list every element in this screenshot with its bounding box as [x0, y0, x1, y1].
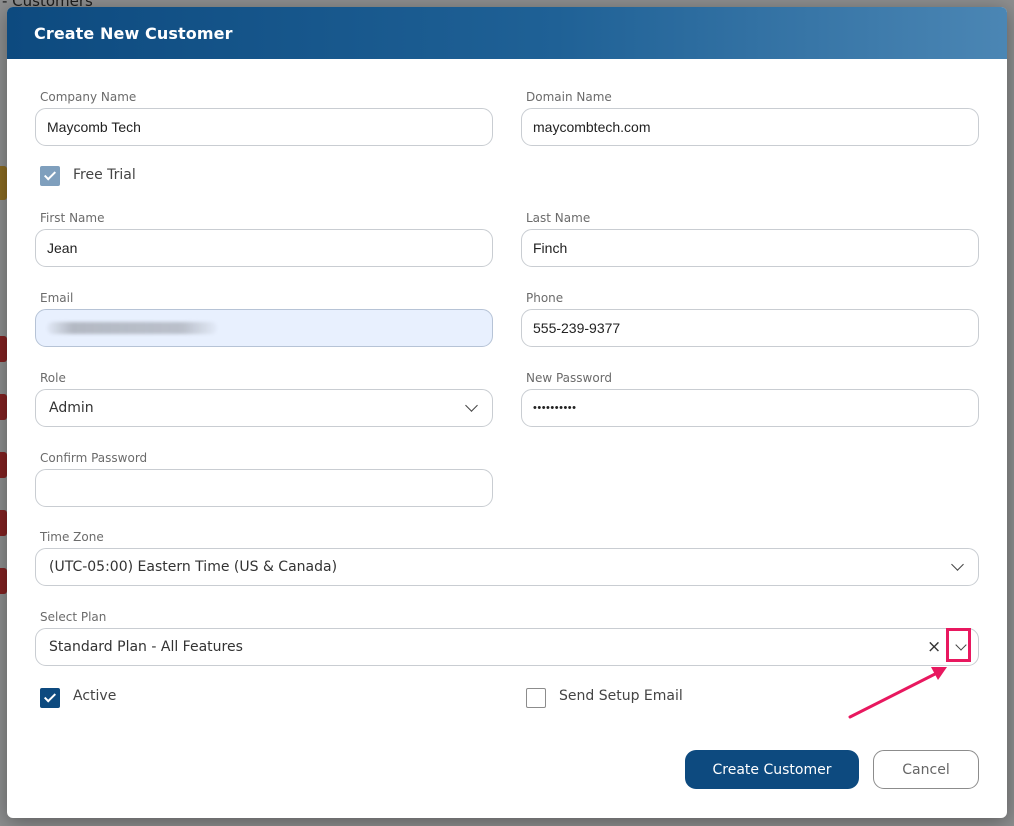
free-trial-label: Free Trial	[73, 167, 136, 183]
email-input[interactable]	[35, 309, 493, 347]
first-name-input[interactable]: Jean	[35, 229, 493, 267]
phone-input[interactable]: 555-239-9377	[521, 309, 979, 347]
redacted-email-value	[47, 322, 217, 334]
new-password-value: ••••••••••	[533, 402, 577, 414]
role-value: Admin	[49, 400, 94, 416]
modal-title: Create New Customer	[34, 23, 233, 43]
create-customer-button[interactable]: Create Customer	[685, 750, 859, 789]
domain-name-input[interactable]: maycombtech.com	[521, 108, 979, 146]
first-name-value: Jean	[47, 240, 78, 256]
chevron-down-icon	[465, 399, 478, 412]
checkmark-icon	[43, 168, 57, 181]
time-zone-label: Time Zone	[40, 530, 104, 544]
select-plan-value: Standard Plan - All Features	[49, 639, 243, 655]
email-label: Email	[40, 291, 74, 305]
free-trial-checkbox[interactable]	[40, 166, 60, 186]
role-label: Role	[40, 371, 66, 385]
new-password-label: New Password	[526, 371, 613, 385]
chevron-down-icon	[951, 558, 964, 571]
last-name-label: Last Name	[526, 211, 591, 225]
checkmark-icon	[43, 690, 57, 703]
phone-label: Phone	[526, 291, 564, 305]
arrow-icon	[848, 667, 947, 719]
active-label: Active	[73, 688, 117, 704]
last-name-value: Finch	[533, 240, 568, 256]
first-name-label: First Name	[40, 211, 105, 225]
last-name-input[interactable]: Finch	[521, 229, 979, 267]
active-checkbox[interactable]	[40, 688, 60, 708]
role-select[interactable]: Admin	[35, 389, 493, 427]
send-setup-email-label: Send Setup Email	[559, 688, 683, 704]
create-customer-modal: Create New Customer Company Name Maycomb…	[7, 7, 1007, 818]
company-name-input[interactable]: Maycomb Tech	[35, 108, 493, 146]
confirm-password-label: Confirm Password	[40, 451, 148, 465]
confirm-password-input[interactable]	[35, 469, 493, 507]
send-setup-email-checkbox[interactable]	[526, 688, 546, 708]
cancel-button[interactable]: Cancel	[873, 750, 979, 789]
time-zone-select[interactable]: (UTC-05:00) Eastern Time (US & Canada)	[35, 548, 979, 586]
domain-name-value: maycombtech.com	[533, 119, 651, 135]
company-name-label: Company Name	[40, 90, 137, 104]
new-password-input[interactable]: ••••••••••	[521, 389, 979, 427]
time-zone-value: (UTC-05:00) Eastern Time (US & Canada)	[49, 559, 338, 575]
domain-name-label: Domain Name	[526, 90, 612, 104]
company-name-value: Maycomb Tech	[47, 119, 141, 135]
modal-header: Create New Customer	[7, 7, 1007, 59]
phone-value: 555-239-9377	[533, 320, 621, 336]
select-plan-label: Select Plan	[40, 610, 107, 624]
close-icon[interactable]: ×	[927, 637, 941, 657]
